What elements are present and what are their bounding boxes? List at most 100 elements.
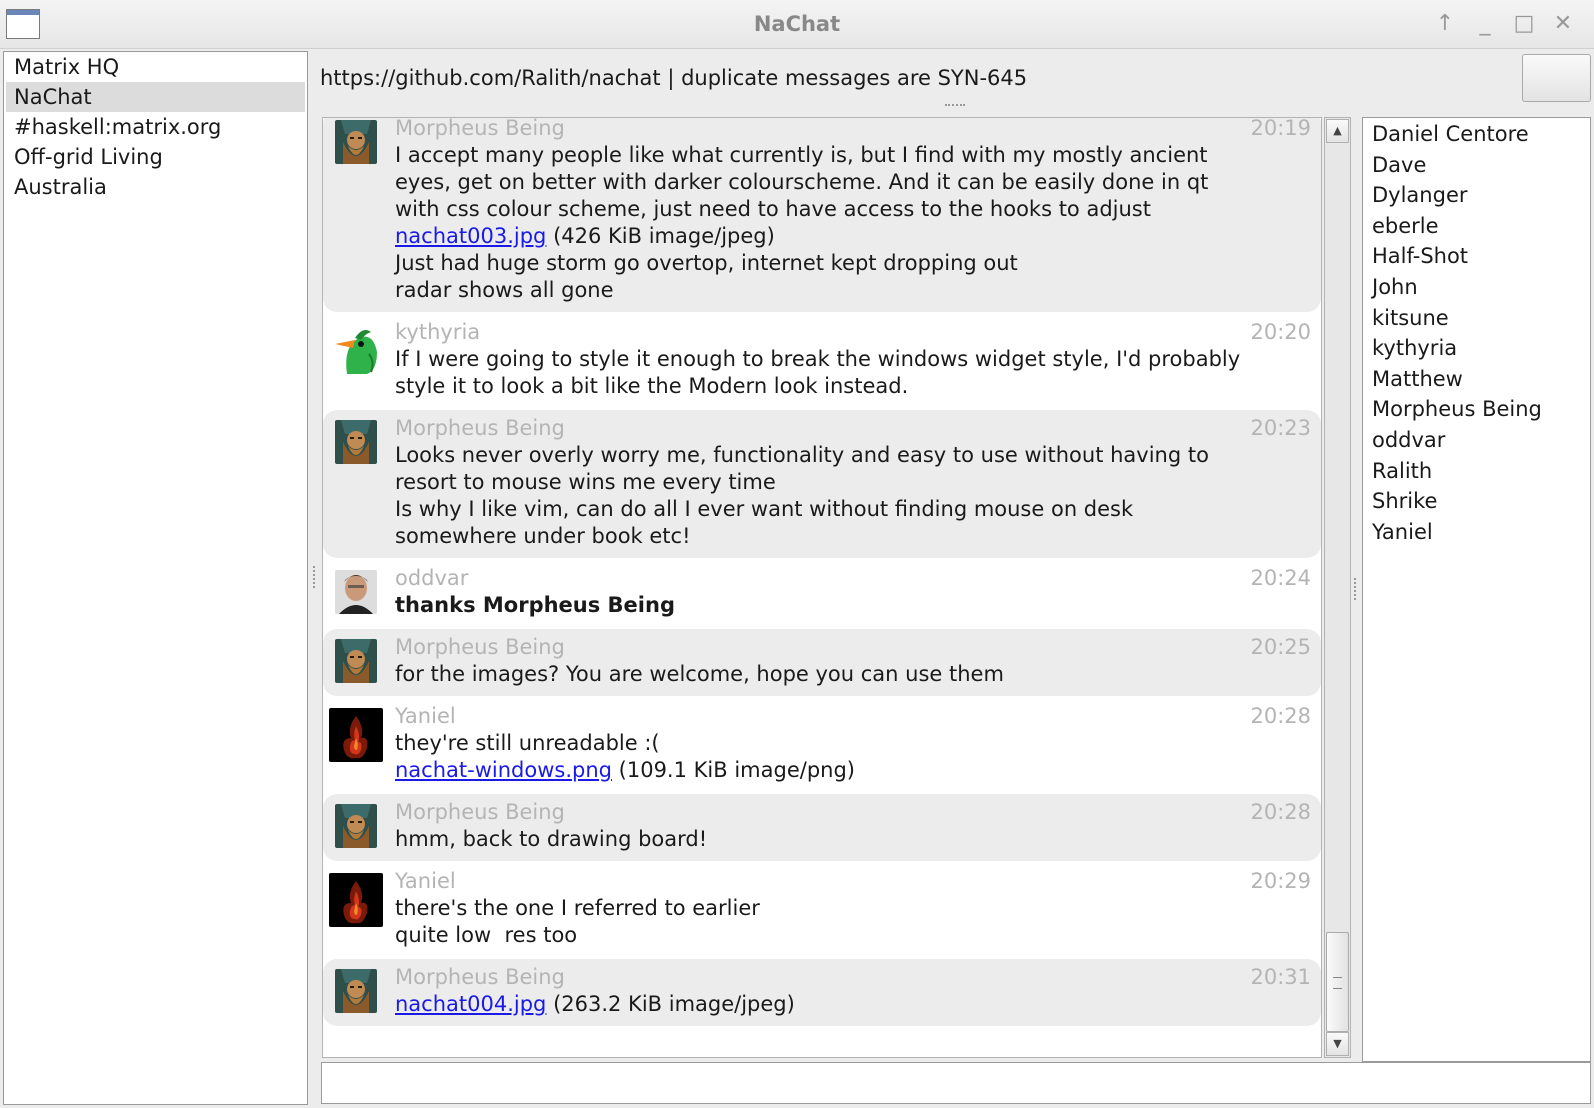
member-item[interactable]: Morpheus Being <box>1363 394 1590 425</box>
bird-avatar-icon <box>333 324 379 374</box>
message-item: oddvar 20:24 thanks Morpheus Being <box>323 560 1321 627</box>
member-item[interactable]: Yaniel <box>1363 517 1590 548</box>
attachment-link[interactable]: nachat004.jpg <box>395 992 546 1016</box>
member-item[interactable]: kitsune <box>1363 303 1590 334</box>
message-timeline[interactable]: Morpheus Being 20:19 I accept many people … <box>322 117 1322 1058</box>
member-item[interactable]: eberle <box>1363 211 1590 242</box>
message-sender[interactable]: oddvar <box>395 565 1311 592</box>
close-button[interactable]: ✕ <box>1548 10 1578 38</box>
member-item[interactable]: John <box>1363 272 1590 303</box>
message-sender[interactable]: Morpheus Being <box>395 799 1311 826</box>
scroll-up-button[interactable]: ▲ <box>1326 119 1349 143</box>
message-item: Yaniel 20:29 there's the one I referred to… <box>323 863 1321 957</box>
message-body-line: I accept many people like what currently… <box>395 143 1208 167</box>
avatar[interactable] <box>335 120 377 164</box>
message-item: kythyria 20:20 If I were going to style it… <box>323 314 1321 408</box>
window-title: NaChat <box>753 12 841 36</box>
message-body-line: resort to mouse wins me every time <box>395 470 776 494</box>
message-body-line: for the images? You are welcome, hope yo… <box>395 662 1004 686</box>
attachment-info: (263.2 KiB image/jpeg) <box>546 992 795 1016</box>
message-timestamp: 20:31 <box>1250 965 1311 989</box>
message-sender[interactable]: kythyria <box>395 319 1311 346</box>
avatar[interactable] <box>333 324 379 374</box>
scrollbar-thumb[interactable] <box>1326 932 1349 1032</box>
message-body-line: thanks Morpheus Being <box>395 593 675 617</box>
message-sender[interactable]: Morpheus Being <box>395 415 1311 442</box>
room-list: Matrix HQ NaChat #haskell:matrix.org Off-gr… <box>3 51 308 1105</box>
member-item[interactable]: oddvar <box>1363 425 1590 456</box>
avatar[interactable] <box>335 969 377 1013</box>
flame-avatar-icon <box>329 873 383 927</box>
message-timestamp: 20:28 <box>1250 800 1311 824</box>
avatar[interactable] <box>329 708 383 762</box>
message-sender[interactable]: Morpheus Being <box>395 964 1311 991</box>
message-body-line: style it to look a bit like the Modern l… <box>395 374 909 398</box>
member-item[interactable]: Dylanger <box>1363 180 1590 211</box>
message-sender[interactable]: Morpheus Being <box>395 634 1311 661</box>
member-item[interactable]: Ralith <box>1363 456 1590 487</box>
member-list-splitter[interactable] <box>1354 578 1359 600</box>
room-item[interactable]: #haskell:matrix.org <box>6 112 305 142</box>
message-item: Morpheus Being 20:31 nachat004.jpg (263.2 … <box>323 959 1321 1026</box>
message-item: Yaniel 20:28 they're still unreadable :(na… <box>323 698 1321 792</box>
attachment-link[interactable]: nachat003.jpg <box>395 224 546 248</box>
maximize-button[interactable]: □ <box>1509 10 1539 38</box>
message-body-line: nachat-windows.png (109.1 KiB image/png) <box>395 757 1311 784</box>
message-sender[interactable]: Yaniel <box>395 703 1311 730</box>
message-body-line: radar shows all gone <box>395 278 614 302</box>
message-sender[interactable]: Morpheus Being <box>395 118 1311 142</box>
member-item[interactable]: Dave <box>1363 150 1590 181</box>
message-body-line: nachat004.jpg (263.2 KiB image/jpeg) <box>395 991 1311 1018</box>
message-item: Morpheus Being 20:23 Looks never overly wo… <box>323 410 1321 558</box>
photo-avatar-icon <box>335 570 377 614</box>
splitter-handle[interactable] <box>945 104 965 110</box>
member-item[interactable]: Half-Shot <box>1363 241 1590 272</box>
message-body-line: quite low res too <box>395 923 578 947</box>
attachment-info: (426 KiB image/jpeg) <box>546 224 775 248</box>
member-item[interactable]: kythyria <box>1363 333 1590 364</box>
message-body-line: Looks never overly worry me, functionali… <box>395 443 1209 467</box>
avatar[interactable] <box>335 639 377 683</box>
message-timestamp: 20:23 <box>1250 416 1311 440</box>
timeline-scrollbar[interactable]: ▲ ▼ <box>1324 117 1351 1058</box>
room-item[interactable]: NaChat <box>6 82 305 112</box>
dwarf-avatar-icon <box>335 969 377 1013</box>
message-body-line: Just had huge storm go overtop, internet… <box>395 251 1018 275</box>
message-timestamp: 20:20 <box>1250 320 1311 344</box>
message-timestamp: 20:29 <box>1250 869 1311 893</box>
member-item[interactable]: Matthew <box>1363 364 1590 395</box>
message-item: Morpheus Being 20:19 I accept many people … <box>323 117 1321 312</box>
dwarf-avatar-icon <box>335 639 377 683</box>
message-sender[interactable]: Yaniel <box>395 868 1311 895</box>
room-item[interactable]: Australia <box>6 172 305 202</box>
attachment-info: (109.1 KiB image/png) <box>611 758 855 782</box>
room-item[interactable]: Matrix HQ <box>6 52 305 82</box>
room-item[interactable]: Off-grid Living <box>6 142 305 172</box>
dwarf-avatar-icon <box>335 420 377 464</box>
attachment-link[interactable]: nachat-windows.png <box>395 758 612 782</box>
topic-side-button[interactable] <box>1522 54 1591 102</box>
message-body-line: Is why I like vim, can do all I ever wan… <box>395 497 1134 521</box>
minimize-button[interactable]: _ <box>1470 10 1500 38</box>
message-body-line: there's the one I referred to earlier <box>395 896 760 920</box>
keep-above-button[interactable]: ↑ <box>1430 10 1460 38</box>
title-bar: NaChat ↑ _ □ ✕ <box>0 0 1594 49</box>
flame-avatar-icon <box>329 708 383 762</box>
message-timestamp: 20:28 <box>1250 704 1311 728</box>
message-body-line: If I were going to style it enough to br… <box>395 347 1241 371</box>
avatar[interactable] <box>335 420 377 464</box>
message-timestamp: 20:19 <box>1250 117 1311 140</box>
avatar[interactable] <box>335 570 377 614</box>
member-list: Daniel Centore Dave Dylanger eberle Half-Sho… <box>1362 117 1591 1062</box>
member-item[interactable]: Daniel Centore <box>1363 119 1590 150</box>
message-body-line: with css colour scheme, just need to hav… <box>395 197 1151 221</box>
scroll-down-button[interactable]: ▼ <box>1326 1032 1349 1056</box>
message-body-line: hmm, back to drawing board! <box>395 827 708 851</box>
avatar[interactable] <box>329 873 383 927</box>
message-body-line: they're still unreadable :( <box>395 731 660 755</box>
avatar[interactable] <box>335 804 377 848</box>
member-item[interactable]: Shrike <box>1363 486 1590 517</box>
room-list-splitter[interactable] <box>313 566 318 588</box>
message-input[interactable] <box>321 1062 1591 1104</box>
message-body-line: nachat003.jpg (426 KiB image/jpeg) <box>395 223 1311 250</box>
